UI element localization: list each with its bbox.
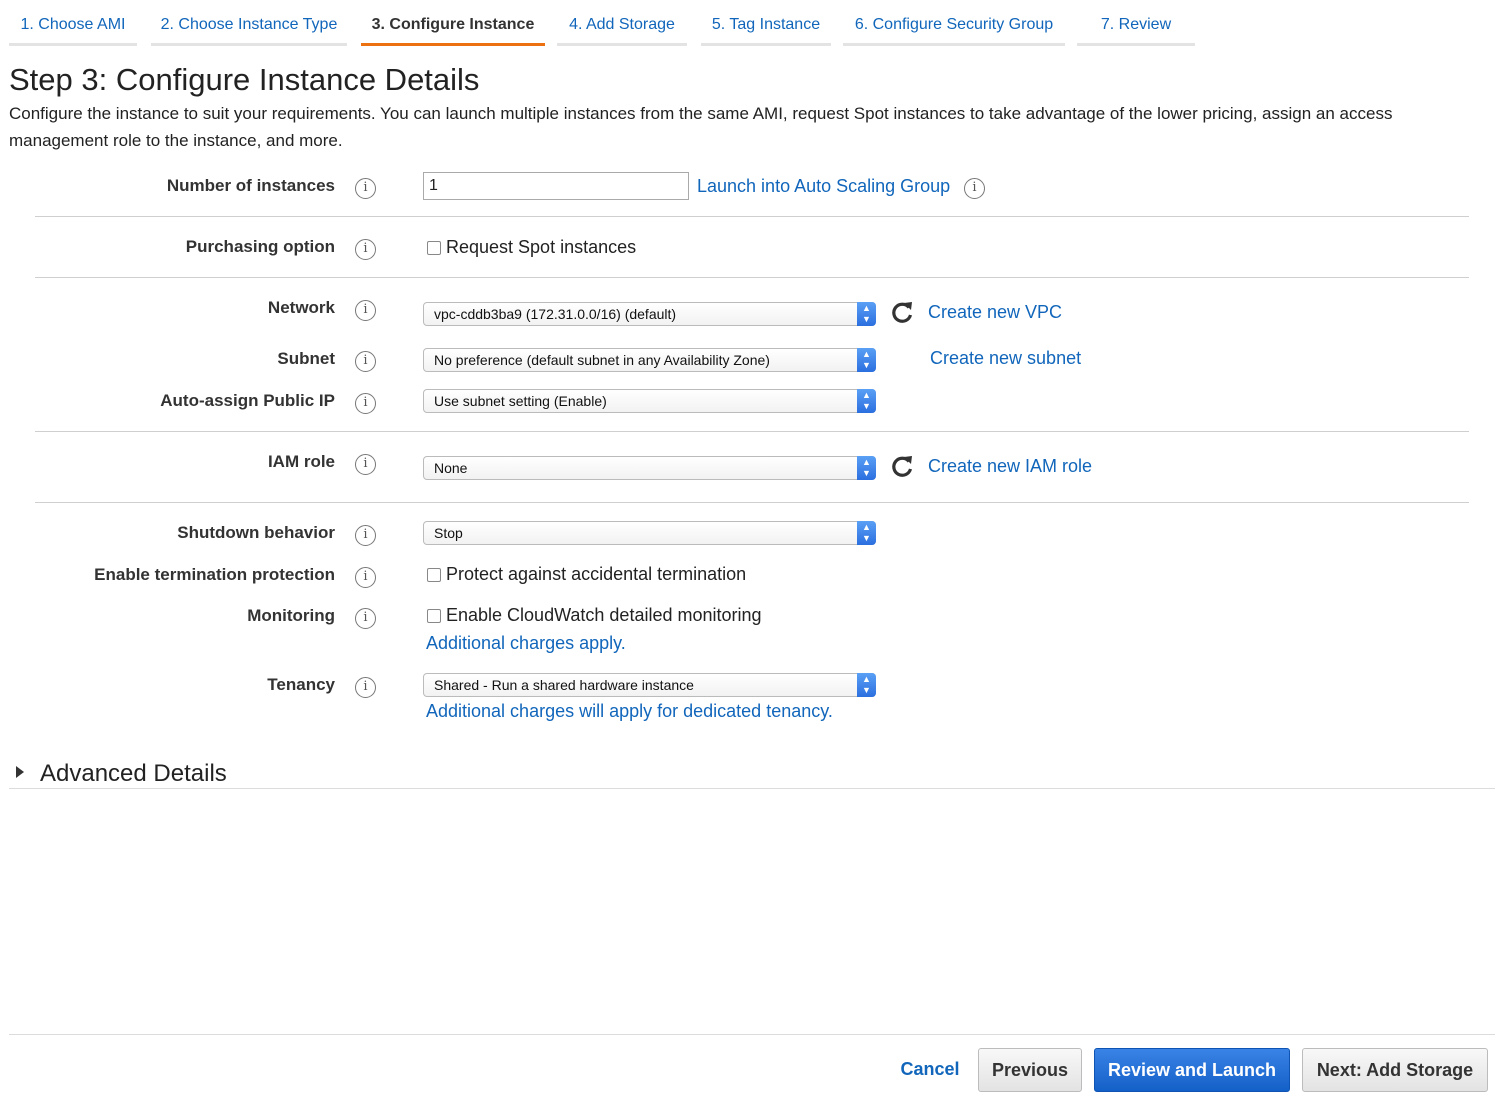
monitoring-label: Monitoring xyxy=(247,606,335,625)
network-select-value: vpc-cddb3ba9 (172.31.0.0/16) (default) xyxy=(434,306,677,322)
network-label: Network xyxy=(267,298,335,317)
caret-right-icon[interactable] xyxy=(16,766,24,778)
select-arrows-icon: ▲ ▼ xyxy=(857,389,876,413)
public-ip-select[interactable]: Use subnet setting (Enable) ▲ ▼ xyxy=(423,389,876,413)
auto-scaling-link[interactable]: Launch into Auto Scaling Group xyxy=(697,176,950,197)
refresh-icon[interactable] xyxy=(889,454,915,480)
section-divider xyxy=(35,431,1469,432)
info-icon[interactable]: i xyxy=(355,677,376,698)
select-arrows-icon: ▲ ▼ xyxy=(857,521,876,545)
tab-choose-ami[interactable]: 1. Choose AMI xyxy=(9,8,137,46)
section-divider xyxy=(35,216,1469,217)
termination-checkbox-label: Protect against accidental termination xyxy=(446,564,747,584)
shutdown-select[interactable]: Stop ▲ ▼ xyxy=(423,521,876,545)
footer-divider xyxy=(9,1034,1495,1035)
instances-label: Number of instances xyxy=(166,176,335,195)
select-arrows-icon: ▲ ▼ xyxy=(857,673,876,697)
tenancy-select-value: Shared - Run a shared hardware instance xyxy=(434,677,694,693)
info-icon[interactable]: i xyxy=(964,178,985,199)
info-icon[interactable]: i xyxy=(355,239,376,260)
subnet-select[interactable]: No preference (default subnet in any Ava… xyxy=(423,348,876,372)
tab-configure-instance[interactable]: 3. Configure Instance xyxy=(361,8,545,46)
info-icon[interactable]: i xyxy=(355,567,376,588)
select-arrows-icon: ▲ ▼ xyxy=(857,302,876,326)
subnet-select-value: No preference (default subnet in any Ava… xyxy=(434,352,770,368)
tab-tag-instance[interactable]: 5. Tag Instance xyxy=(701,8,831,46)
select-arrows-icon: ▲ ▼ xyxy=(857,456,876,480)
spot-instances-checkbox[interactable] xyxy=(427,240,441,255)
purchasing-label: Purchasing option xyxy=(185,237,335,256)
info-icon[interactable]: i xyxy=(355,454,376,475)
iam-role-select-value: None xyxy=(434,460,468,476)
public-ip-select-value: Use subnet setting (Enable) xyxy=(434,393,607,409)
section-divider xyxy=(35,502,1469,503)
section-divider xyxy=(35,277,1469,278)
create-subnet-link[interactable]: Create new subnet xyxy=(930,348,1081,369)
tenancy-label: Tenancy xyxy=(267,675,335,694)
spot-instances-option[interactable]: Request Spot instances xyxy=(427,237,636,258)
subnet-label: Subnet xyxy=(277,349,335,368)
next-add-storage-button[interactable]: Next: Add Storage xyxy=(1302,1048,1488,1092)
page-title: Step 3: Configure Instance Details xyxy=(9,62,480,97)
refresh-icon[interactable] xyxy=(889,300,915,326)
info-icon[interactable]: i xyxy=(355,608,376,629)
monitoring-charges-link[interactable]: Additional charges apply. xyxy=(426,633,626,654)
previous-button[interactable]: Previous xyxy=(978,1048,1082,1092)
tab-configure-security-group[interactable]: 6. Configure Security Group xyxy=(843,8,1065,46)
shutdown-label: Shutdown behavior xyxy=(177,523,335,542)
network-select[interactable]: vpc-cddb3ba9 (172.31.0.0/16) (default) ▲… xyxy=(423,302,876,326)
monitoring-option[interactable]: Enable CloudWatch detailed monitoring xyxy=(427,605,762,626)
termination-checkbox[interactable] xyxy=(427,567,441,582)
info-icon[interactable]: i xyxy=(355,525,376,546)
instances-input[interactable] xyxy=(423,172,689,200)
select-arrows-icon: ▲ ▼ xyxy=(857,348,876,372)
iam-role-select[interactable]: None ▲ ▼ xyxy=(423,456,876,480)
page-intro: Configure the instance to suit your requ… xyxy=(9,104,1393,150)
info-icon[interactable]: i xyxy=(355,300,376,321)
info-icon[interactable]: i xyxy=(355,178,376,199)
monitoring-checkbox[interactable] xyxy=(427,608,441,623)
review-and-launch-button[interactable]: Review and Launch xyxy=(1094,1048,1290,1092)
advanced-details-toggle[interactable]: Advanced Details xyxy=(40,760,227,788)
termination-option[interactable]: Protect against accidental termination xyxy=(427,564,746,585)
monitoring-checkbox-label: Enable CloudWatch detailed monitoring xyxy=(446,605,762,625)
public-ip-label: Auto-assign Public IP xyxy=(160,391,335,410)
spot-instances-label: Request Spot instances xyxy=(446,237,637,257)
section-divider xyxy=(9,788,1495,789)
cancel-button[interactable]: Cancel xyxy=(893,1048,967,1092)
tenancy-charges-link[interactable]: Additional charges will apply for dedica… xyxy=(426,701,833,722)
shutdown-select-value: Stop xyxy=(434,525,463,541)
info-icon[interactable]: i xyxy=(355,393,376,414)
create-vpc-link[interactable]: Create new VPC xyxy=(928,302,1062,323)
tab-choose-instance-type[interactable]: 2. Choose Instance Type xyxy=(151,8,347,46)
info-icon[interactable]: i xyxy=(355,351,376,372)
tab-add-storage[interactable]: 4. Add Storage xyxy=(557,8,687,46)
tab-review[interactable]: 7. Review xyxy=(1077,8,1195,46)
iam-role-label: IAM role xyxy=(267,452,335,471)
termination-label: Enable termination protection xyxy=(94,565,335,584)
tenancy-select[interactable]: Shared - Run a shared hardware instance … xyxy=(423,673,876,697)
create-iam-role-link[interactable]: Create new IAM role xyxy=(928,456,1092,477)
